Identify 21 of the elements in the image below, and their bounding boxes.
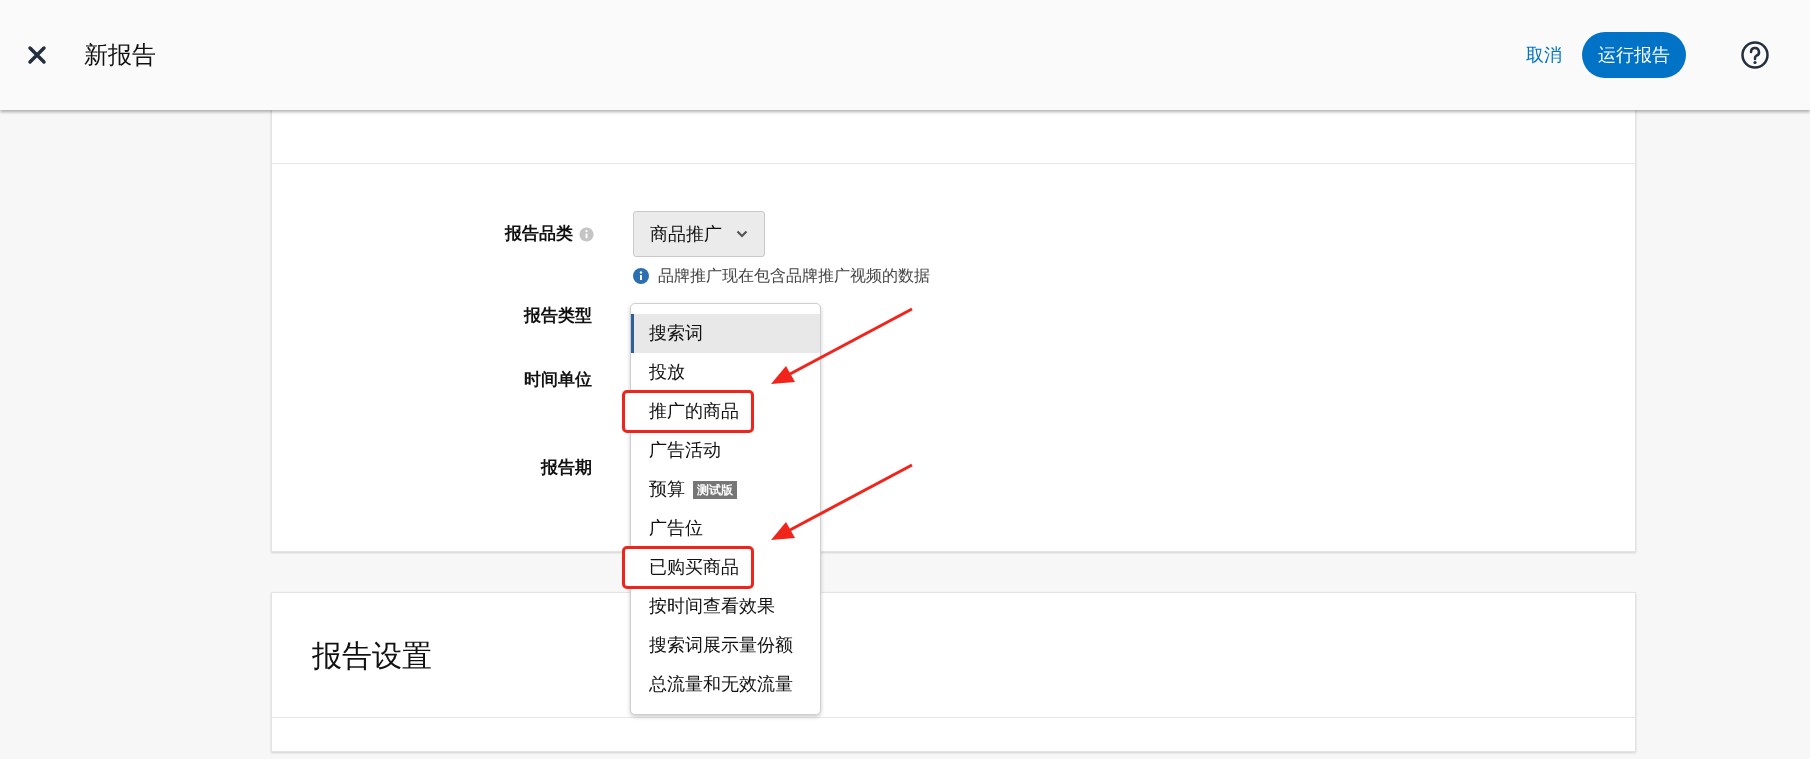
menu-item[interactable]: 总流量和无效流量 — [631, 665, 820, 704]
field-label: 时间单位 — [524, 369, 592, 391]
menu-item[interactable]: 投放 — [631, 353, 820, 392]
run-report-button[interactable]: 运行报告 — [1582, 32, 1686, 78]
info-note: 品牌推广现在包含品牌推广视频的数据 — [658, 266, 930, 286]
page-title: 新报告 — [84, 40, 156, 70]
field-label: 报告类型 — [524, 305, 592, 327]
menu-item[interactable]: 广告位 — [631, 509, 820, 548]
menu-item[interactable]: 搜索词展示量份额 — [631, 626, 820, 665]
field-label: 报告品类 — [505, 223, 573, 246]
menu-item[interactable]: 搜索词 — [631, 314, 820, 353]
menu-item[interactable]: 按时间查看效果 — [631, 587, 820, 626]
beta-badge: 测试版 — [693, 480, 737, 499]
cancel-link[interactable]: 取消 — [1526, 41, 1562, 69]
menu-item[interactable]: 广告活动 — [631, 431, 820, 470]
menu-item[interactable]: 预算 测试版 — [631, 470, 820, 509]
field-label: 报告期 — [541, 457, 592, 479]
category-select[interactable]: 商品推广 — [633, 211, 765, 257]
menu-item[interactable]: 已购买商品 — [622, 546, 754, 589]
section-title: 报告设置 — [312, 637, 432, 674]
menu-item[interactable]: 推广的商品 — [622, 390, 754, 433]
